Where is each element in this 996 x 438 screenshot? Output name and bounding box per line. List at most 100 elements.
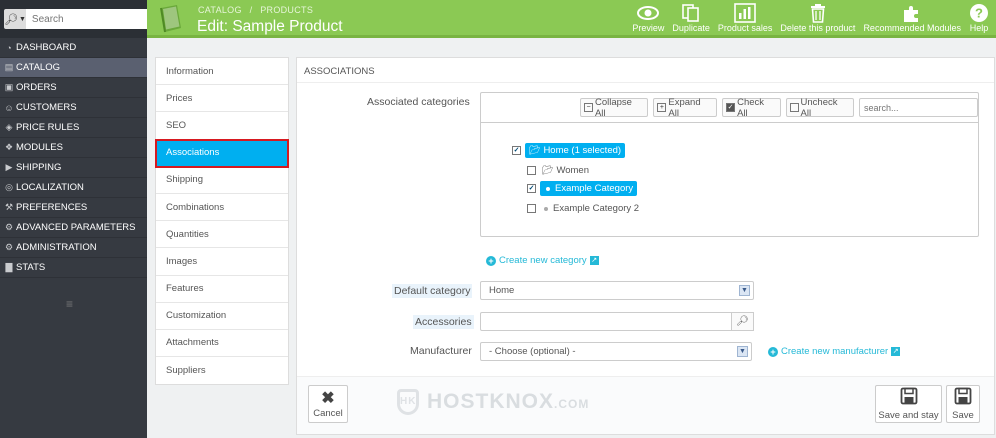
tab-images[interactable]: Images <box>156 248 288 276</box>
tree-node-home: ✓ 📂︎ Home (1 selected) <box>512 143 626 158</box>
nav-item-modules[interactable]: ❖ MODULES <box>0 138 147 158</box>
chevron-down-icon: ▼ <box>739 285 750 296</box>
check-all-button[interactable]: ✓ Check All <box>722 97 781 119</box>
nav-label: PRICE RULES <box>16 122 80 133</box>
external-link-icon: ↗ <box>891 347 901 356</box>
advanced-parameters-icon: ⚙ <box>4 222 14 232</box>
localization-icon: ◎ <box>5 182 13 192</box>
example-category-2-checkbox[interactable] <box>527 204 536 213</box>
nav-label: ADMINISTRATION <box>16 242 97 253</box>
manufacturer-label: Manufacturer <box>410 345 472 357</box>
save-and-stay-label: Save and stay <box>878 410 939 421</box>
tab-attachments[interactable]: Attachments <box>156 330 288 358</box>
nav-item-advanced-parameters[interactable]: ⚙ ADVANCED PARAMETERS <box>0 218 147 238</box>
nav-item-orders[interactable]: ▣ ORDERS <box>0 78 147 98</box>
tree-node-label-example-category[interactable]: Example Category <box>540 181 638 196</box>
recommended-modules-label: Recommended Modules <box>863 23 961 33</box>
watermark-logo: HK <box>397 389 419 415</box>
cancel-button[interactable]: ✖ Cancel <box>308 385 348 423</box>
nav-item-price-rules[interactable]: ◈ PRICE RULES <box>0 118 147 138</box>
expand-all-button[interactable]: + Expand All <box>653 96 718 119</box>
delete-product-label: Delete this product <box>780 23 856 33</box>
tab-features[interactable]: Features <box>156 276 288 303</box>
expand-icon: + <box>657 103 667 112</box>
nav-label: ADVANCED PARAMETERS <box>16 222 136 233</box>
panel-footer: ✖ Cancel HK HOSTKNOX .COM Save and stay S… <box>297 376 994 434</box>
product-tabs: Information Prices SEO Associations Ship… <box>155 57 289 386</box>
preview-button[interactable]: Preview <box>628 3 668 33</box>
nav-item-dashboard[interactable]: ◔ DASHBOARD <box>0 38 147 58</box>
preview-label: Preview <box>632 23 665 33</box>
breadcrumb-catalog[interactable]: CATALOG <box>198 5 242 15</box>
copy-icon <box>681 3 701 23</box>
save-and-stay-button[interactable]: Save and stay <box>875 385 942 423</box>
tree-node-women: 📂︎ Women <box>527 163 593 178</box>
tree-search-input[interactable] <box>858 98 978 117</box>
page-header: CATALOG / PRODUCTS Edit: Sample Product … <box>147 0 996 38</box>
tab-combinations[interactable]: Combinations <box>156 194 288 222</box>
nav-label: PREFERENCES <box>16 202 88 213</box>
watermark: HK HOSTKNOX .COM <box>397 389 589 415</box>
help-label: Help <box>969 23 989 33</box>
nav-item-administration[interactable]: ⚙ ADMINISTRATION <box>0 238 147 258</box>
tab-prices[interactable]: Prices <box>156 85 288 113</box>
save-icon <box>900 387 918 410</box>
svg-text:?: ? <box>975 6 983 21</box>
women-checkbox[interactable] <box>527 166 536 175</box>
nav-item-stats[interactable]: ▇ STATS <box>0 258 147 278</box>
delete-product-button[interactable]: Delete this product <box>776 3 859 33</box>
tree-node-label-home[interactable]: 📂︎ Home (1 selected) <box>525 143 626 158</box>
eye-icon <box>637 3 660 23</box>
tab-suppliers[interactable]: Suppliers <box>156 357 288 384</box>
tab-information[interactable]: Information <box>156 58 288 86</box>
puzzle-icon <box>902 3 922 23</box>
tab-associations[interactable]: Associations <box>155 138 289 168</box>
collapse-all-button[interactable]: − Collapse All <box>580 97 649 119</box>
catalog-icon: ▤ <box>4 62 14 72</box>
preferences-icon: ⚒ <box>4 202 14 212</box>
price-rules-icon: ◈ <box>5 122 13 132</box>
uncheck-all-button[interactable]: Uncheck All <box>785 97 854 119</box>
cancel-label: Cancel <box>313 407 343 419</box>
nav-item-shipping[interactable]: ▶ SHIPPING <box>0 158 147 178</box>
accessories-label: Accessories <box>413 315 474 329</box>
breadcrumb-products[interactable]: PRODUCTS <box>260 5 313 15</box>
default-category-select[interactable]: Home ▼ <box>480 281 754 300</box>
manufacturer-select[interactable]: - Choose (optional) - ▼ <box>480 342 752 361</box>
example-category-checkbox[interactable]: ✓ <box>527 184 536 193</box>
manufacturer-value: - Choose (optional) - <box>489 346 576 357</box>
watermark-text: HOSTKNOX <box>427 390 555 413</box>
recommended-modules-button[interactable]: Recommended Modules <box>859 3 965 33</box>
tree-node-example-category: ✓ Example Category <box>527 181 638 196</box>
create-category-label: Create new category <box>499 255 587 266</box>
tree-node-label-women[interactable]: 📂︎ Women <box>542 163 593 178</box>
duplicate-button[interactable]: Duplicate <box>668 3 714 33</box>
chevron-down-icon: ▼ <box>737 346 748 357</box>
accessories-field: 🔎︎ <box>480 312 754 331</box>
nav-label: LOCALIZATION <box>16 182 84 193</box>
accessories-input[interactable] <box>480 312 732 331</box>
save-button[interactable]: Save <box>946 385 980 423</box>
nav-item-preferences[interactable]: ⚒ PREFERENCES <box>0 198 147 218</box>
product-sales-button[interactable]: Product sales <box>714 3 777 33</box>
search-dropdown-button[interactable]: 🔎︎ ▼ <box>4 9 26 29</box>
search-icon[interactable]: 🔎︎ <box>732 312 754 331</box>
nav-item-localization[interactable]: ◎ LOCALIZATION <box>0 178 147 198</box>
customers-icon: ☺ <box>4 102 14 113</box>
create-manufacturer-link[interactable]: + Create new manufacturer ↗ <box>768 346 901 357</box>
tree-node-label-example-category-2[interactable]: Example Category 2 <box>542 201 643 216</box>
tab-quantities[interactable]: Quantities <box>156 221 288 249</box>
nav-item-customers[interactable]: ☺ CUSTOMERS <box>0 98 147 118</box>
tab-customization[interactable]: Customization <box>156 303 288 330</box>
dashboard-icon: ◔ <box>6 42 12 53</box>
menu-collapse-icon[interactable]: ≡ <box>66 297 73 311</box>
tab-shipping[interactable]: Shipping <box>156 167 288 194</box>
tab-seo[interactable]: SEO <box>156 112 288 140</box>
associated-categories-label: Associated categories <box>367 96 470 108</box>
help-button[interactable]: ? Help <box>965 3 993 33</box>
nav-item-catalog[interactable]: ▤ CATALOG <box>0 58 147 78</box>
create-category-link[interactable]: + Create new category ↗ <box>486 255 599 266</box>
home-checkbox[interactable]: ✓ <box>512 146 521 155</box>
expand-all-label: Expand All <box>668 96 701 119</box>
default-category-label: Default category <box>392 284 473 298</box>
